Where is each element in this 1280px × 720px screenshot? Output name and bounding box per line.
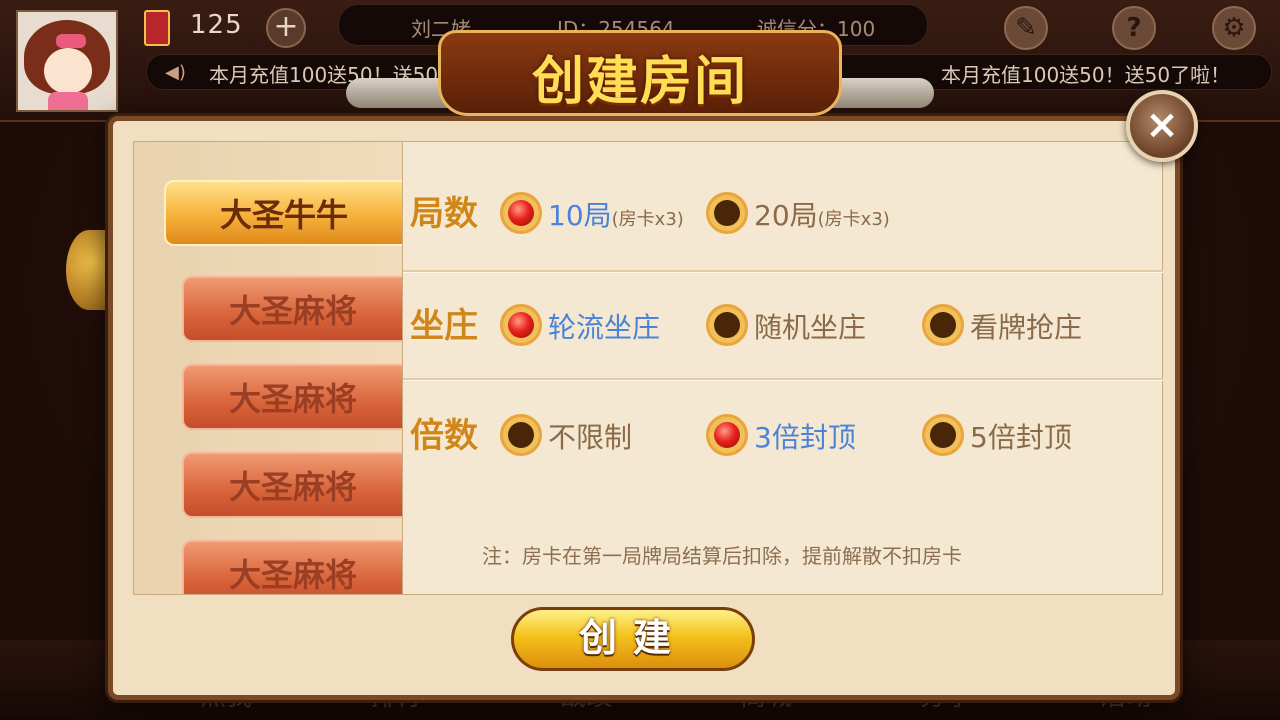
radio-selected-icon[interactable] (500, 192, 542, 234)
tab-game-mahjong[interactable]: 大圣麻将 (182, 364, 402, 430)
radio-icon[interactable] (922, 304, 964, 346)
room-card-note: 注：房卡在第一局牌局结算后扣除，提前解散不扣房卡 (482, 544, 962, 568)
option-text: 10局 (548, 199, 612, 232)
edit-icon[interactable]: ✎ (1004, 6, 1048, 50)
ticker-text: 本月充值100送50！送50了啦！ (941, 63, 1231, 87)
add-cards-button[interactable]: + (266, 8, 306, 48)
rounds-label: 局数 (410, 194, 478, 234)
create-room-dialog: 大圣牛牛 大圣麻将 大圣麻将 大圣麻将 大圣麻将 局数 10局(房卡x3) 20… (108, 116, 1180, 700)
card-count: 125 (190, 10, 243, 40)
option-subtext: (房卡x3) (817, 209, 890, 230)
radio-icon[interactable] (922, 414, 964, 456)
option-text: 3倍封顶 (754, 421, 856, 454)
divider (403, 270, 1163, 273)
divider (403, 378, 1163, 381)
option-subtext: (房卡x3) (611, 209, 684, 230)
multiplier-label: 倍数 (410, 416, 478, 456)
radio-selected-icon[interactable] (706, 414, 748, 456)
gold-ingot-icon (66, 230, 112, 310)
radio-icon[interactable] (706, 304, 748, 346)
close-icon[interactable]: × (1126, 90, 1198, 162)
tab-game-mahjong[interactable]: 大圣麻将 (182, 540, 402, 594)
speaker-icon: ◀) (165, 62, 186, 83)
tab-game-mahjong[interactable]: 大圣麻将 (182, 276, 402, 342)
banker-label: 坐庄 (410, 306, 478, 346)
radio-icon[interactable] (706, 192, 748, 234)
radio-selected-icon[interactable] (500, 304, 542, 346)
game-type-tabs: 大圣牛牛 大圣麻将 大圣麻将 大圣麻将 大圣麻将 (134, 142, 403, 594)
dialog-title-banner: 创建房间 (438, 30, 842, 116)
create-button[interactable]: 创建 (511, 607, 755, 671)
dialog-title: 创建房间 (531, 52, 748, 112)
gear-icon[interactable]: ⚙ (1212, 6, 1256, 50)
option-text: 轮流坐庄 (548, 311, 661, 344)
option-text: 不限制 (548, 421, 633, 454)
tab-game-mahjong[interactable]: 大圣麻将 (182, 452, 402, 518)
option-text: 5倍封顶 (970, 421, 1072, 454)
room-card-icon (144, 10, 170, 46)
avatar[interactable] (16, 10, 118, 112)
option-text: 20局 (754, 199, 818, 232)
radio-icon[interactable] (500, 414, 542, 456)
option-text: 看牌抢庄 (970, 311, 1083, 344)
tab-game-niuniu[interactable]: 大圣牛牛 (164, 180, 402, 246)
option-text: 随机坐庄 (754, 311, 867, 344)
help-icon[interactable]: ? (1112, 6, 1156, 50)
dialog-content: 大圣牛牛 大圣麻将 大圣麻将 大圣麻将 大圣麻将 局数 10局(房卡x3) 20… (133, 141, 1163, 595)
